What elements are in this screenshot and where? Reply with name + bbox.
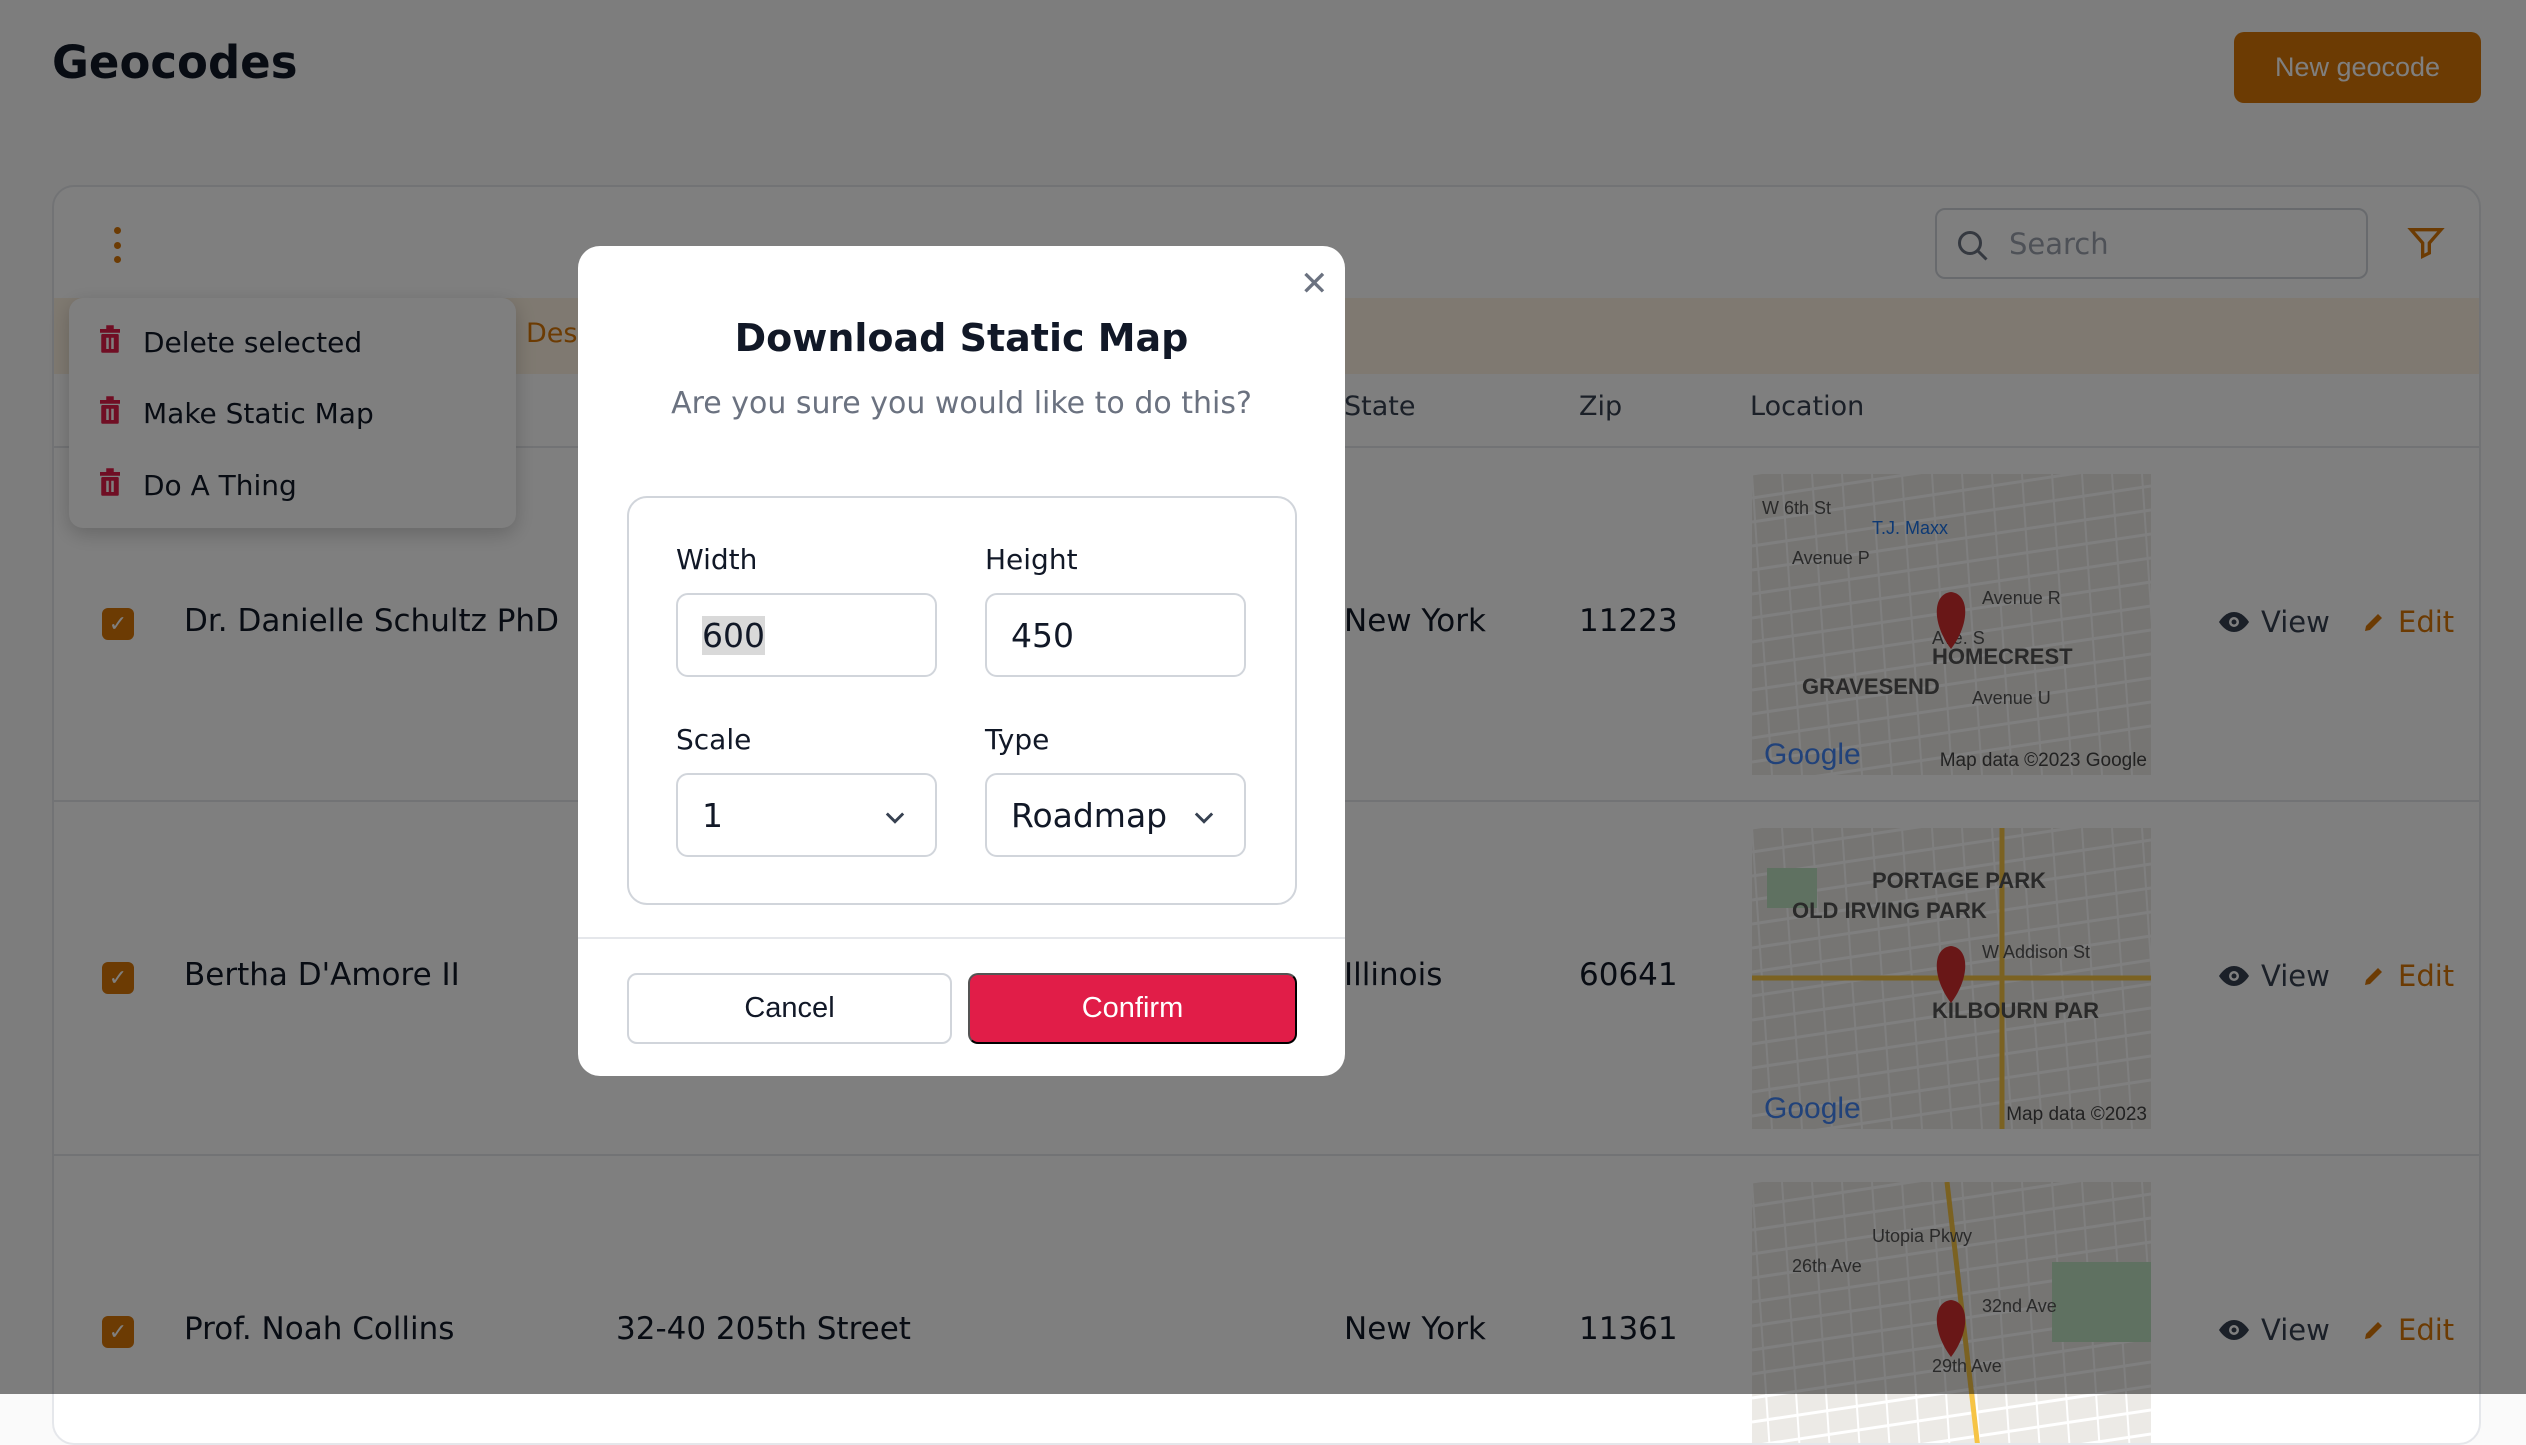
chevron-down-icon: [1194, 812, 1214, 824]
scale-select[interactable]: 1: [676, 773, 937, 857]
width-input[interactable]: 600: [676, 593, 937, 677]
cancel-button[interactable]: Cancel: [627, 973, 952, 1044]
type-label: Type: [985, 723, 1050, 756]
close-icon[interactable]: ✕: [1300, 264, 1329, 304]
modal-subtitle: Are you sure you would like to do this?: [671, 386, 1252, 421]
width-label: Width: [676, 543, 758, 576]
chevron-down-icon: [885, 812, 905, 824]
height-input[interactable]: 450: [985, 593, 1246, 677]
scale-label: Scale: [676, 723, 752, 756]
type-value: Roadmap: [1011, 795, 1168, 835]
download-static-map-modal: ✕ Download Static Map Are you sure you w…: [578, 246, 1345, 1076]
height-value: 450: [1011, 615, 1074, 655]
map-options-form: Width Height 600 450 Scale Type 1 Roadma…: [627, 496, 1297, 905]
modal-title: Download Static Map: [734, 316, 1189, 360]
width-value: 600: [702, 615, 765, 655]
scale-value: 1: [702, 795, 723, 835]
confirm-button[interactable]: Confirm: [968, 973, 1297, 1044]
height-label: Height: [985, 543, 1078, 576]
type-select[interactable]: Roadmap: [985, 773, 1246, 857]
modal-divider: [578, 937, 1345, 939]
